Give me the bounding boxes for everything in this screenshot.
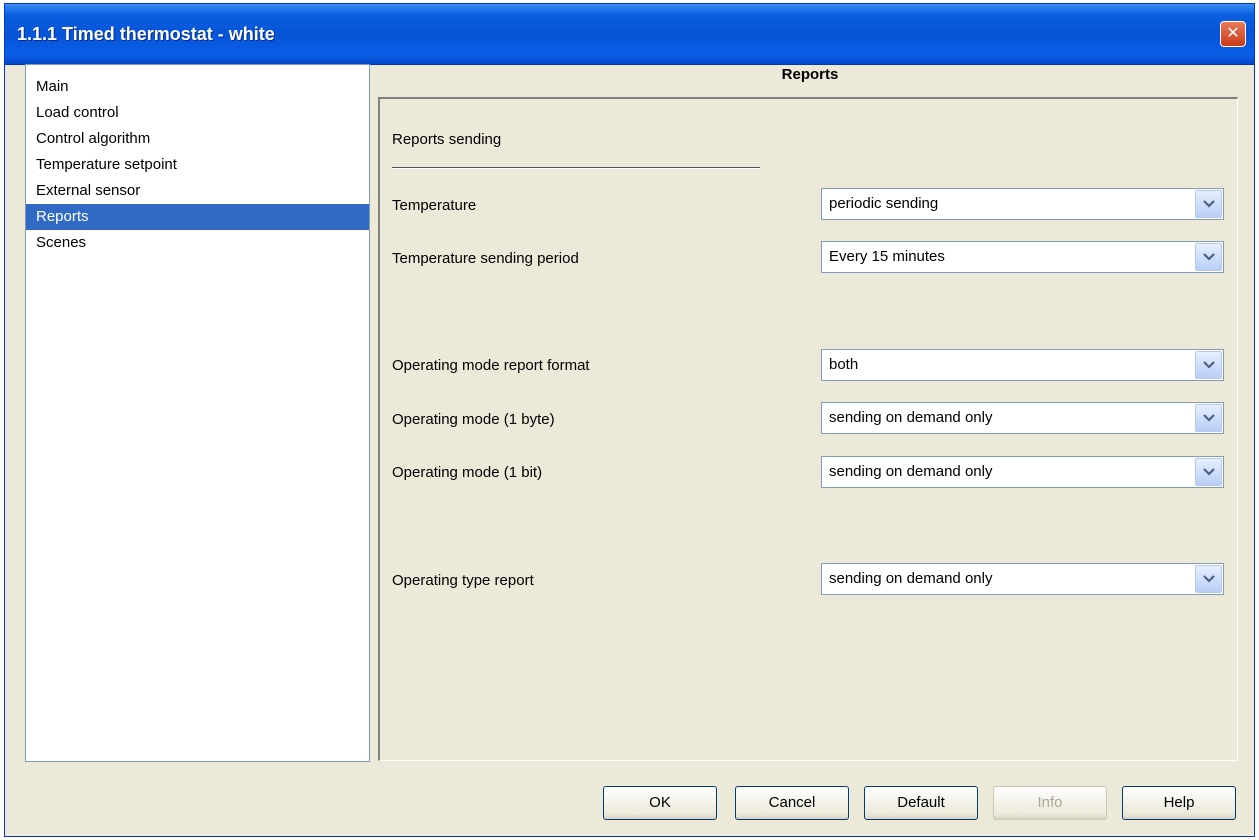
- mode-bit-value: sending on demand only: [829, 463, 993, 480]
- temperature-value: periodic sending: [829, 195, 939, 212]
- temperature-period-value: Every 15 minutes: [829, 248, 945, 265]
- chevron-down-icon[interactable]: [1195, 565, 1222, 593]
- section-heading: Reports sending: [392, 131, 502, 148]
- mode-format-select[interactable]: both: [821, 349, 1224, 381]
- nav-item-reports[interactable]: Reports: [26, 204, 369, 230]
- temperature-select[interactable]: periodic sending: [821, 188, 1224, 220]
- page-title: Reports: [781, 66, 839, 83]
- nav-item-temperature-setpoint[interactable]: Temperature setpoint: [26, 152, 369, 178]
- chevron-down-icon[interactable]: [1195, 458, 1222, 486]
- close-button[interactable]: ✕: [1220, 21, 1246, 47]
- chevron-down-icon[interactable]: [1195, 243, 1222, 271]
- mode-bit-label: Operating mode (1 bit): [392, 464, 543, 481]
- cancel-button[interactable]: Cancel: [735, 786, 849, 820]
- mode-bit-select[interactable]: sending on demand only: [821, 456, 1224, 488]
- mode-byte-select[interactable]: sending on demand only: [821, 402, 1224, 434]
- chevron-down-icon[interactable]: [1195, 190, 1222, 218]
- type-report-label: Operating type report: [392, 572, 534, 589]
- mode-byte-label: Operating mode (1 byte): [392, 411, 555, 428]
- nav-item-load-control[interactable]: Load control: [26, 100, 369, 126]
- window-title: 1.1.1 Timed thermostat - white: [17, 24, 275, 44]
- temperature-label: Temperature: [392, 197, 477, 214]
- temperature-period-select[interactable]: Every 15 minutes: [821, 241, 1224, 273]
- type-report-value: sending on demand only: [829, 570, 993, 587]
- type-report-select[interactable]: sending on demand only: [821, 563, 1224, 595]
- close-icon: ✕: [1226, 25, 1240, 42]
- ok-button[interactable]: OK: [603, 786, 717, 820]
- parameter-nav-list: Main Load control Control algorithm Temp…: [25, 64, 370, 762]
- mode-byte-value: sending on demand only: [829, 409, 993, 426]
- chevron-down-icon[interactable]: [1195, 351, 1222, 379]
- nav-item-scenes[interactable]: Scenes: [26, 230, 369, 256]
- mode-format-value: both: [829, 356, 859, 373]
- help-button[interactable]: Help: [1122, 786, 1236, 820]
- temperature-period-label: Temperature sending period: [392, 250, 579, 267]
- section-divider: [392, 167, 760, 169]
- nav-item-main[interactable]: Main: [26, 74, 369, 100]
- info-button: Info: [993, 786, 1107, 820]
- nav-item-control-algorithm[interactable]: Control algorithm: [26, 126, 369, 152]
- default-button[interactable]: Default: [864, 786, 978, 820]
- chevron-down-icon[interactable]: [1195, 404, 1222, 432]
- title-bar[interactable]: 1.1.1 Timed thermostat - white ✕: [5, 4, 1254, 65]
- mode-format-label: Operating mode report format: [392, 357, 590, 374]
- nav-item-external-sensor[interactable]: External sensor: [26, 178, 369, 204]
